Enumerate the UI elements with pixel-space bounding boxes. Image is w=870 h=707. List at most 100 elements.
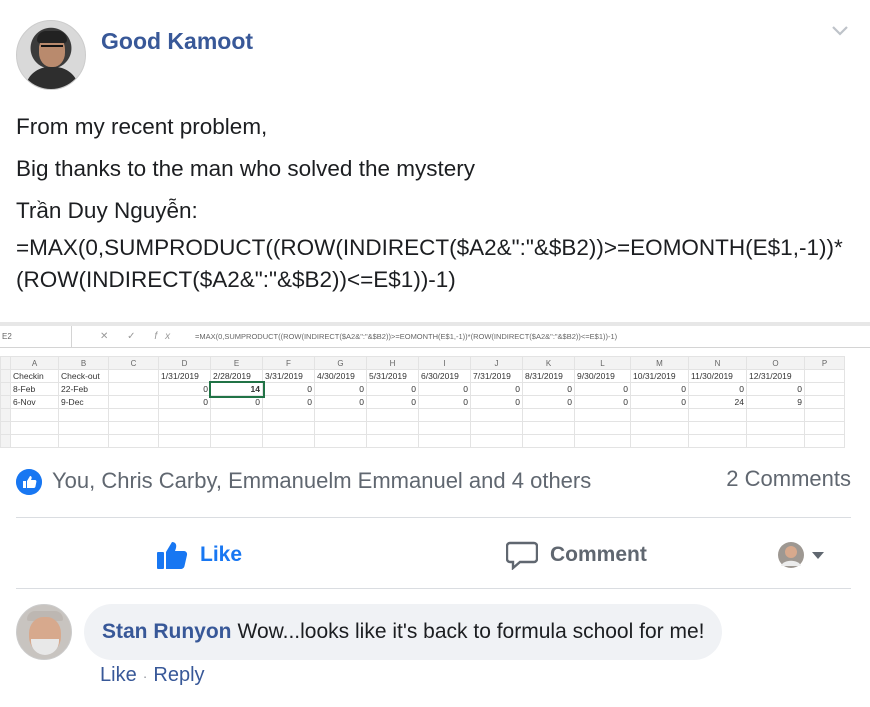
sheet-cell[interactable]: 0 <box>630 382 689 396</box>
column-header[interactable]: G <box>314 356 367 370</box>
sheet-cell[interactable]: 0 <box>262 382 315 396</box>
sheet-cell[interactable] <box>366 434 419 448</box>
row-header[interactable] <box>0 434 11 448</box>
column-header[interactable]: A <box>10 356 59 370</box>
sheet-cell[interactable] <box>522 434 575 448</box>
sheet-cell[interactable] <box>418 408 471 422</box>
sheet-cell[interactable] <box>574 434 631 448</box>
sheet-cell[interactable] <box>418 421 471 435</box>
sheet-cell[interactable] <box>262 421 315 435</box>
sheet-cell[interactable]: 11/30/2019 <box>688 369 747 383</box>
sheet-cell[interactable] <box>262 408 315 422</box>
comment-author[interactable]: Stan Runyon <box>102 620 232 644</box>
column-header[interactable]: J <box>470 356 523 370</box>
post-as-selector[interactable] <box>777 538 837 572</box>
sheet-cell[interactable] <box>470 434 523 448</box>
sheet-cell[interactable]: 0 <box>574 382 631 396</box>
sheet-cell[interactable]: 0 <box>688 382 747 396</box>
sheet-cell[interactable]: 8-Feb <box>10 382 59 396</box>
sheet-cell[interactable] <box>746 421 805 435</box>
sheet-cell[interactable]: 0 <box>418 382 471 396</box>
sheet-cell[interactable]: 0 <box>366 382 419 396</box>
sheet-cell[interactable] <box>470 421 523 435</box>
sheet-cell[interactable]: 1/31/2019 <box>158 369 211 383</box>
sheet-cell[interactable]: 12/31/2019 <box>746 369 805 383</box>
column-header[interactable]: D <box>158 356 211 370</box>
sheet-cell[interactable] <box>746 408 805 422</box>
chevron-down-icon[interactable] <box>830 24 850 38</box>
sheet-cell[interactable] <box>470 408 523 422</box>
sheet-cell[interactable] <box>58 408 109 422</box>
sheet-cell[interactable] <box>804 434 845 448</box>
column-header[interactable]: K <box>522 356 575 370</box>
column-header[interactable]: H <box>366 356 419 370</box>
sheet-cell[interactable] <box>630 421 689 435</box>
sheet-cell[interactable] <box>804 382 845 396</box>
sheet-cell[interactable] <box>574 421 631 435</box>
sheet-cell[interactable] <box>630 408 689 422</box>
sheet-cell[interactable] <box>630 434 689 448</box>
sheet-cell[interactable] <box>314 421 367 435</box>
sheet-cell[interactable] <box>58 434 109 448</box>
sheet-cell[interactable]: 9/30/2019 <box>574 369 631 383</box>
sheet-cell[interactable]: 0 <box>210 395 263 409</box>
sheet-cell[interactable] <box>108 408 159 422</box>
sheet-cell[interactable]: 0 <box>470 382 523 396</box>
sheet-cell[interactable]: 24 <box>688 395 747 409</box>
sheet-cell[interactable]: 0 <box>746 382 805 396</box>
column-header[interactable]: N <box>688 356 747 370</box>
sheet-cell[interactable] <box>10 408 59 422</box>
comment-button[interactable]: Comment <box>506 538 647 572</box>
sheet-cell[interactable] <box>804 408 845 422</box>
sheet-cell[interactable]: 7/31/2019 <box>470 369 523 383</box>
sheet-cell[interactable] <box>366 421 419 435</box>
sheet-cell[interactable] <box>522 408 575 422</box>
commenter-avatar[interactable] <box>16 604 72 660</box>
sheet-cell[interactable]: 0 <box>522 382 575 396</box>
column-header[interactable]: O <box>746 356 805 370</box>
column-header[interactable]: M <box>630 356 689 370</box>
sheet-cell[interactable] <box>158 408 211 422</box>
sheet-cell[interactable]: 0 <box>470 395 523 409</box>
column-header[interactable]: P <box>804 356 845 370</box>
sheet-cell[interactable] <box>58 421 109 435</box>
row-header[interactable] <box>0 382 11 396</box>
sheet-cell[interactable]: 9-Dec <box>58 395 109 409</box>
sheet-cell[interactable]: 0 <box>366 395 419 409</box>
sheet-cell[interactable] <box>418 434 471 448</box>
row-header[interactable] <box>0 395 11 409</box>
sheet-cell[interactable] <box>804 369 845 383</box>
sheet-cell[interactable]: 5/31/2019 <box>366 369 419 383</box>
post-author-name[interactable]: Good Kamoot <box>101 28 253 55</box>
sheet-cell[interactable]: 0 <box>522 395 575 409</box>
sheet-cell[interactable] <box>314 434 367 448</box>
sheet-cell[interactable]: 14 <box>208 380 265 398</box>
comment-like-link[interactable]: Like <box>100 664 137 686</box>
sheet-cell[interactable]: 6/30/2019 <box>418 369 471 383</box>
column-header[interactable]: L <box>574 356 631 370</box>
row-header[interactable] <box>0 421 11 435</box>
comment-reply-link[interactable]: Reply <box>153 664 204 686</box>
row-header[interactable] <box>0 408 11 422</box>
sheet-cell[interactable]: 0 <box>262 395 315 409</box>
sheet-cell[interactable]: 0 <box>418 395 471 409</box>
sheet-cell[interactable]: 0 <box>158 382 211 396</box>
sheet-cell[interactable]: 0 <box>314 395 367 409</box>
sheet-cell[interactable]: 22-Feb <box>58 382 109 396</box>
reactions-text[interactable]: You, Chris Carby, Emmanuelm Emmanuel and… <box>52 468 591 494</box>
sheet-cell[interactable] <box>746 434 805 448</box>
spreadsheet-image[interactable]: E2 ✕ ✓ fx =MAX(0,SUMPRODUCT((ROW(INDIREC… <box>0 322 870 448</box>
sheet-cell[interactable] <box>210 408 263 422</box>
sheet-cell[interactable]: 0 <box>314 382 367 396</box>
sheet-cell[interactable]: 2/28/2019 <box>210 369 263 383</box>
sheet-cell[interactable] <box>108 369 159 383</box>
sheet-cell[interactable]: 4/30/2019 <box>314 369 367 383</box>
column-header[interactable]: I <box>418 356 471 370</box>
sheet-cell[interactable] <box>522 421 575 435</box>
sheet-cell[interactable]: 9 <box>746 395 805 409</box>
column-header[interactable]: F <box>262 356 315 370</box>
sheet-cell[interactable] <box>210 421 263 435</box>
like-button[interactable]: Like <box>156 538 242 572</box>
sheet-cell[interactable] <box>314 408 367 422</box>
sheet-cell[interactable] <box>262 434 315 448</box>
